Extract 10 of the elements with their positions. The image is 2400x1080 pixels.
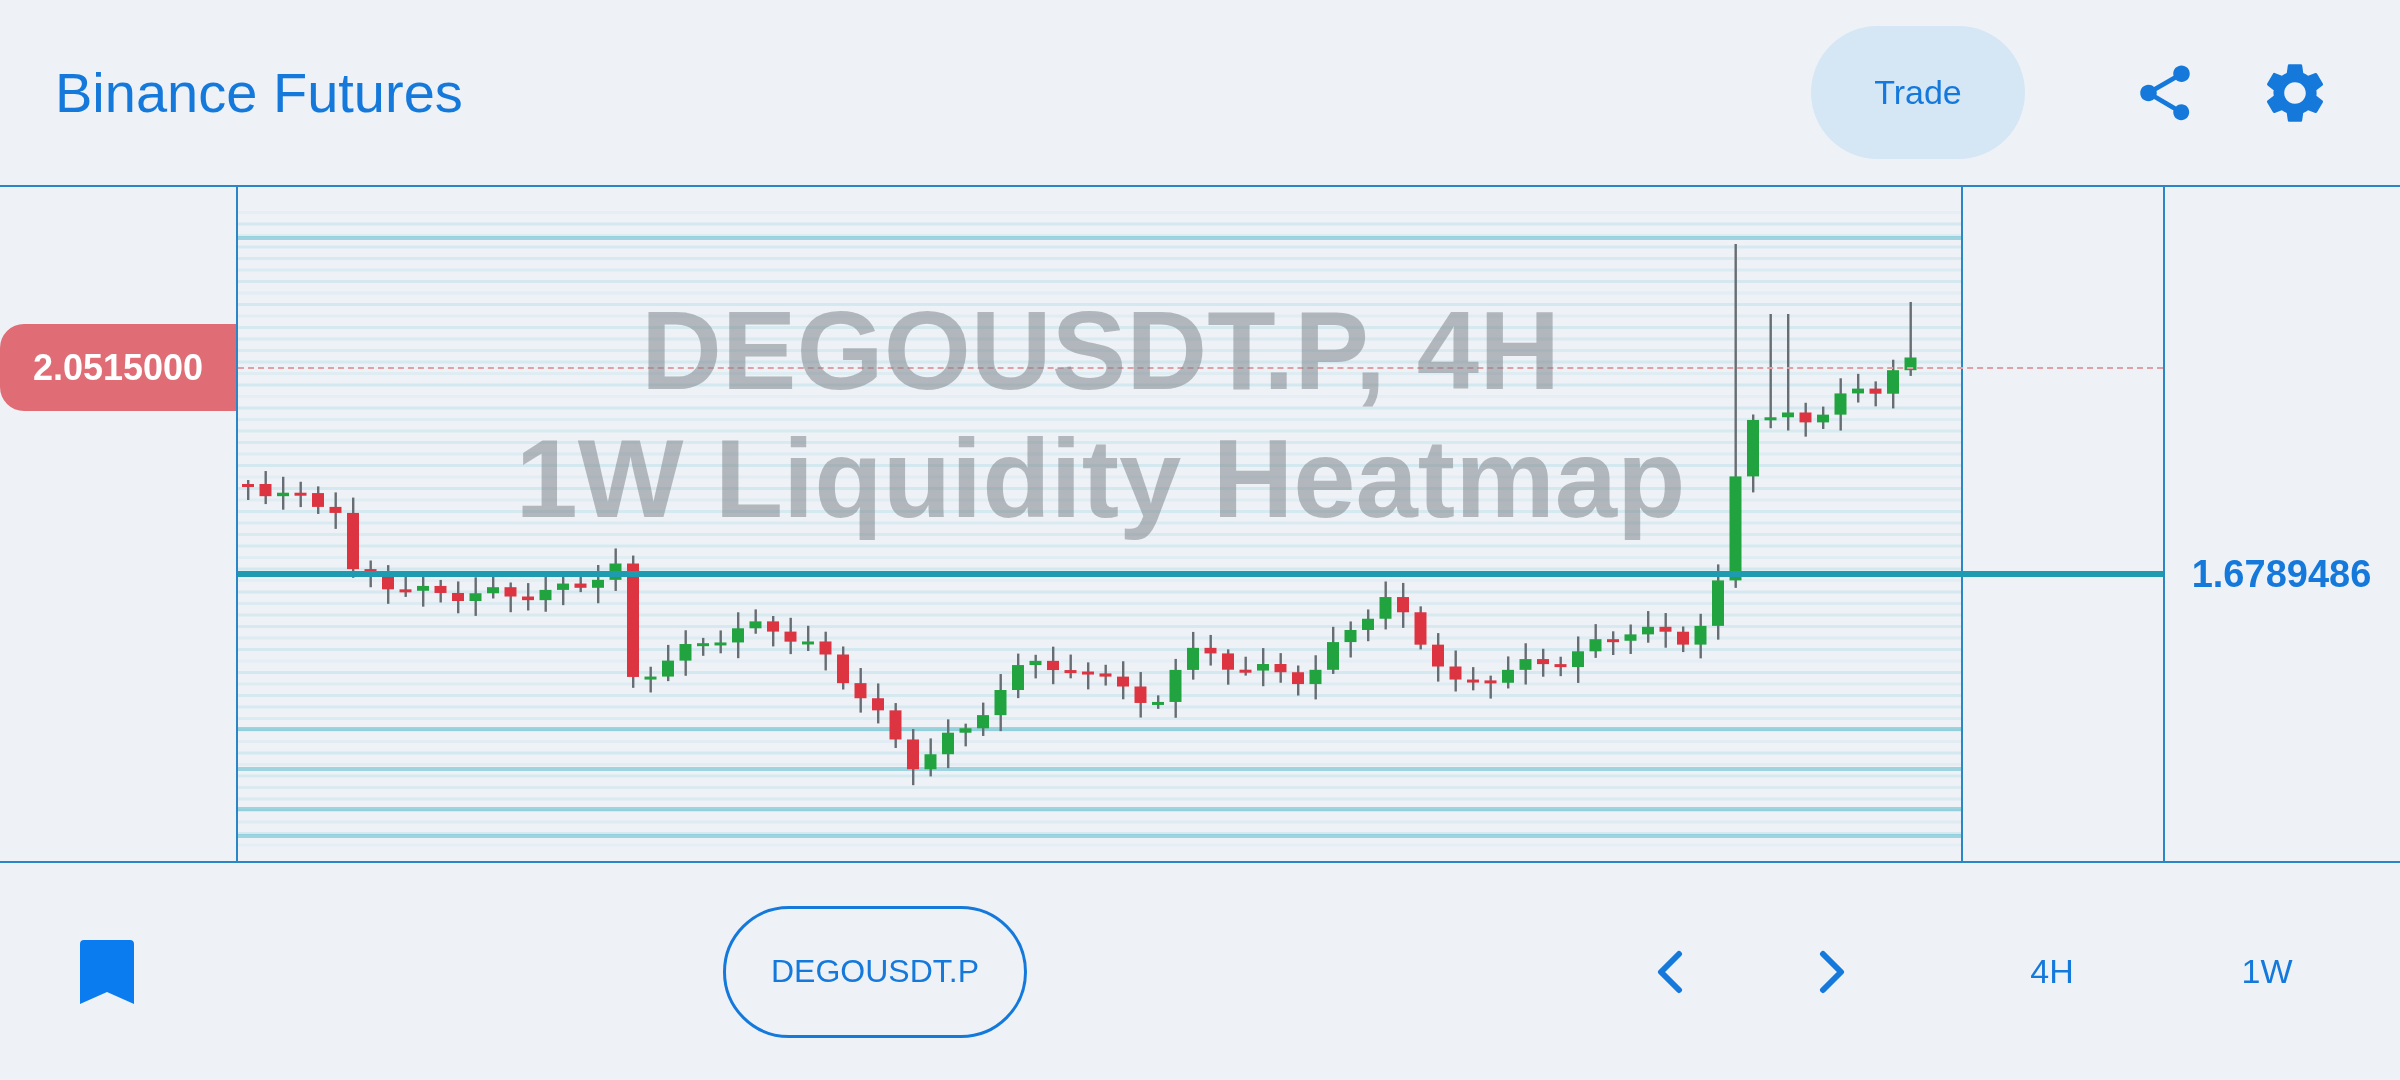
symbol-button[interactable]: DEGOUSDT.P: [723, 905, 1027, 1038]
timeframe-button[interactable]: 1W: [2222, 952, 2312, 991]
chart-watermark: DEGOUSDT.P, 4H: [640, 287, 1561, 415]
timeframe-button[interactable]: 4H: [2007, 952, 2097, 991]
chart-watermark: 1W Liquidity Heatmap: [515, 415, 1686, 543]
trade-button[interactable]: Trade: [1811, 26, 2025, 159]
bookmark-icon[interactable]: [80, 939, 134, 1004]
level-price-label: 1.6789486: [2190, 551, 2373, 597]
app-title: Binance Futures: [55, 60, 464, 125]
current-price-label: 2.0515000: [0, 324, 236, 411]
